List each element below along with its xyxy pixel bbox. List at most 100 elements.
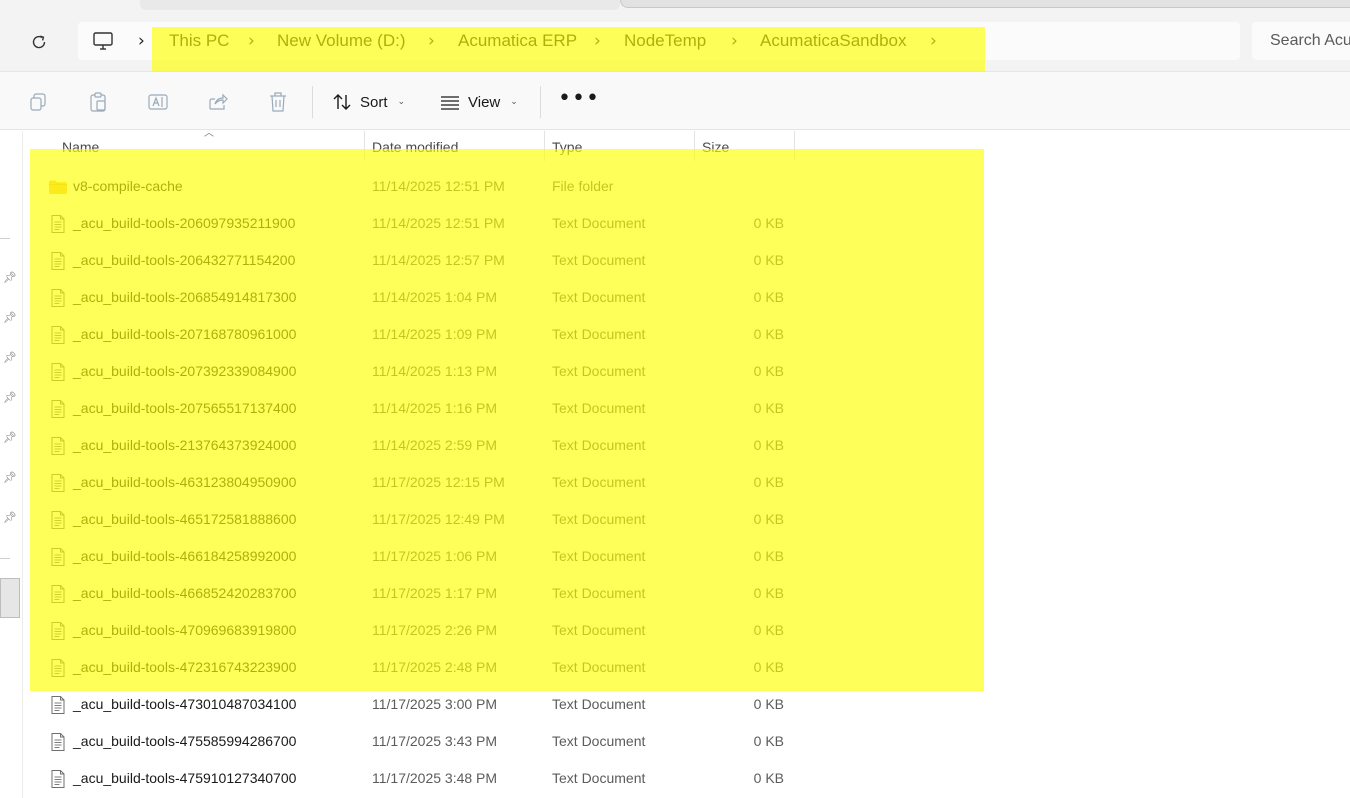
file-type: Text Document bbox=[552, 733, 646, 749]
file-type: Text Document bbox=[552, 548, 646, 564]
toolbar-divider bbox=[312, 86, 313, 118]
text-file-icon bbox=[51, 474, 65, 492]
refresh-button[interactable] bbox=[22, 28, 56, 56]
text-file-icon bbox=[51, 733, 65, 751]
file-row[interactable]: _acu_build-tools-207392339084900 11/14/20… bbox=[30, 353, 984, 390]
sort-button[interactable]: Sort ⌄ bbox=[332, 88, 405, 116]
chevron-right-icon[interactable]: › bbox=[428, 31, 435, 51]
text-file-icon bbox=[51, 770, 65, 788]
column-header-name-label: Name bbox=[62, 139, 100, 155]
file-type: Text Document bbox=[552, 622, 646, 638]
breadcrumb-nodetemp[interactable]: NodeTemp bbox=[624, 31, 706, 51]
file-type: Text Document bbox=[552, 326, 646, 342]
file-size: 0 KB bbox=[753, 400, 784, 416]
file-size: 0 KB bbox=[753, 437, 784, 453]
file-row[interactable]: _acu_build-tools-213764373924000 11/14/20… bbox=[30, 427, 984, 464]
file-date-modified: 11/17/2025 3:00 PM bbox=[372, 696, 498, 712]
breadcrumb-new-volume[interactable]: New Volume (D:) bbox=[277, 31, 405, 51]
file-row[interactable]: _acu_build-tools-207565517137400 11/14/20… bbox=[30, 390, 984, 427]
file-date-modified: 11/17/2025 12:15 PM bbox=[372, 474, 505, 490]
column-header-size-label: Size bbox=[702, 139, 730, 155]
window-edge bbox=[620, 0, 1350, 8]
file-type: Text Document bbox=[552, 474, 646, 490]
breadcrumb-acumaticasandbox[interactable]: AcumaticaSandbox bbox=[760, 31, 906, 51]
file-size: 0 KB bbox=[753, 363, 784, 379]
chevron-right-icon[interactable]: › bbox=[138, 31, 145, 51]
file-type: Text Document bbox=[552, 252, 646, 268]
pin-icon[interactable]: 📌︎ bbox=[3, 271, 17, 284]
file-date-modified: 11/17/2025 3:43 PM bbox=[372, 733, 498, 749]
column-header-name[interactable]: Name bbox=[30, 131, 364, 161]
file-type: Text Document bbox=[552, 585, 646, 601]
file-name: _acu_build-tools-206854914817300 bbox=[73, 289, 297, 305]
file-row[interactable]: _acu_build-tools-463123804950900 11/17/20… bbox=[30, 464, 984, 501]
file-date-modified: 11/17/2025 1:17 PM bbox=[372, 585, 498, 601]
view-label: View bbox=[468, 93, 501, 111]
chevron-down-icon: ⌄ bbox=[397, 97, 406, 107]
column-header-size[interactable]: Size bbox=[695, 131, 794, 161]
search-input[interactable]: Search Acu bbox=[1252, 22, 1350, 60]
file-row[interactable]: _acu_build-tools-466852420283700 11/17/20… bbox=[30, 575, 984, 612]
sort-label: Sort bbox=[360, 93, 388, 111]
file-date-modified: 11/17/2025 1:06 PM bbox=[372, 548, 498, 564]
pin-icon[interactable]: 📌︎ bbox=[3, 311, 17, 324]
search-placeholder: Search Acu bbox=[1270, 32, 1350, 49]
text-file-icon bbox=[51, 363, 65, 381]
column-resize-handle[interactable] bbox=[794, 131, 795, 161]
file-name: _acu_build-tools-207168780961000 bbox=[73, 326, 297, 342]
pin-icon[interactable]: 📌︎ bbox=[3, 431, 17, 444]
file-date-modified: 11/14/2025 1:16 PM bbox=[372, 400, 498, 416]
chevron-right-icon[interactable]: › bbox=[731, 31, 738, 51]
column-header-type[interactable]: Type bbox=[545, 131, 694, 161]
file-row[interactable]: _acu_build-tools-466184258992000 11/17/20… bbox=[30, 538, 984, 575]
more-options-button[interactable]: ••• bbox=[558, 88, 599, 114]
file-date-modified: 11/14/2025 12:57 PM bbox=[372, 252, 505, 268]
file-name: _acu_build-tools-206432771154200 bbox=[73, 252, 296, 268]
file-size: 0 KB bbox=[753, 474, 784, 490]
nav-separator bbox=[0, 238, 10, 239]
file-row[interactable]: _acu_build-tools-473010487034100 11/17/20… bbox=[30, 686, 984, 723]
file-row[interactable]: _acu_build-tools-472316743223900 11/17/20… bbox=[30, 649, 984, 686]
file-row[interactable]: _acu_build-tools-475910127340700 11/17/20… bbox=[30, 760, 984, 797]
chevron-right-icon[interactable]: › bbox=[594, 31, 601, 51]
address-bar[interactable]: › This PC › New Volume (D:) › Acumatica … bbox=[78, 22, 1240, 60]
navigation-pane: 📌︎ 📌︎ 📌︎ 📌︎ 📌︎ 📌︎ 📌︎ bbox=[0, 131, 22, 798]
nav-scrollbar-thumb[interactable] bbox=[0, 578, 20, 618]
pane-divider[interactable] bbox=[22, 131, 23, 798]
computer-icon bbox=[93, 32, 113, 50]
file-date-modified: 11/14/2025 1:13 PM bbox=[372, 363, 498, 379]
chevron-right-icon[interactable]: › bbox=[930, 31, 937, 51]
file-size: 0 KB bbox=[753, 622, 784, 638]
text-file-icon bbox=[51, 659, 65, 677]
breadcrumb-this-pc[interactable]: This PC bbox=[169, 31, 229, 51]
file-row[interactable]: _acu_build-tools-207168780961000 11/14/20… bbox=[30, 316, 984, 353]
view-button[interactable]: View ⌄ bbox=[440, 88, 518, 116]
rename-button[interactable] bbox=[146, 90, 170, 114]
pin-icon[interactable]: 📌︎ bbox=[3, 391, 17, 404]
file-type: File folder bbox=[552, 178, 614, 194]
rename-icon bbox=[148, 94, 168, 110]
chevron-right-icon[interactable]: › bbox=[248, 31, 255, 51]
file-size: 0 KB bbox=[753, 585, 784, 601]
file-row[interactable]: _acu_build-tools-465172581888600 11/17/20… bbox=[30, 501, 984, 538]
share-button[interactable] bbox=[206, 90, 230, 114]
paste-button[interactable] bbox=[86, 90, 110, 114]
delete-button[interactable] bbox=[266, 90, 290, 114]
pin-icon[interactable]: 📌︎ bbox=[3, 351, 17, 364]
copy-button[interactable] bbox=[26, 90, 50, 114]
column-header-date[interactable]: Date modified bbox=[365, 131, 544, 161]
file-date-modified: 11/17/2025 12:49 PM bbox=[372, 511, 505, 527]
pin-icon[interactable]: 📌︎ bbox=[3, 511, 17, 524]
file-row[interactable]: v8-compile-cache 11/14/2025 12:51 PM File … bbox=[30, 168, 984, 205]
breadcrumb-acumatica-erp[interactable]: Acumatica ERP bbox=[458, 31, 577, 51]
file-name: _acu_build-tools-473010487034100 bbox=[73, 696, 297, 712]
file-type: Text Document bbox=[552, 215, 646, 231]
file-row[interactable]: _acu_build-tools-206854914817300 11/14/20… bbox=[30, 279, 984, 316]
file-row[interactable]: _acu_build-tools-475585994286700 11/17/20… bbox=[30, 723, 984, 760]
pin-icon[interactable]: 📌︎ bbox=[3, 471, 17, 484]
nav-separator bbox=[0, 558, 10, 559]
file-size: 0 KB bbox=[753, 770, 784, 786]
file-row[interactable]: _acu_build-tools-470969683919800 11/17/20… bbox=[30, 612, 984, 649]
file-row[interactable]: _acu_build-tools-206432771154200 11/14/20… bbox=[30, 242, 984, 279]
file-row[interactable]: _acu_build-tools-206097935211900 11/14/20… bbox=[30, 205, 984, 242]
